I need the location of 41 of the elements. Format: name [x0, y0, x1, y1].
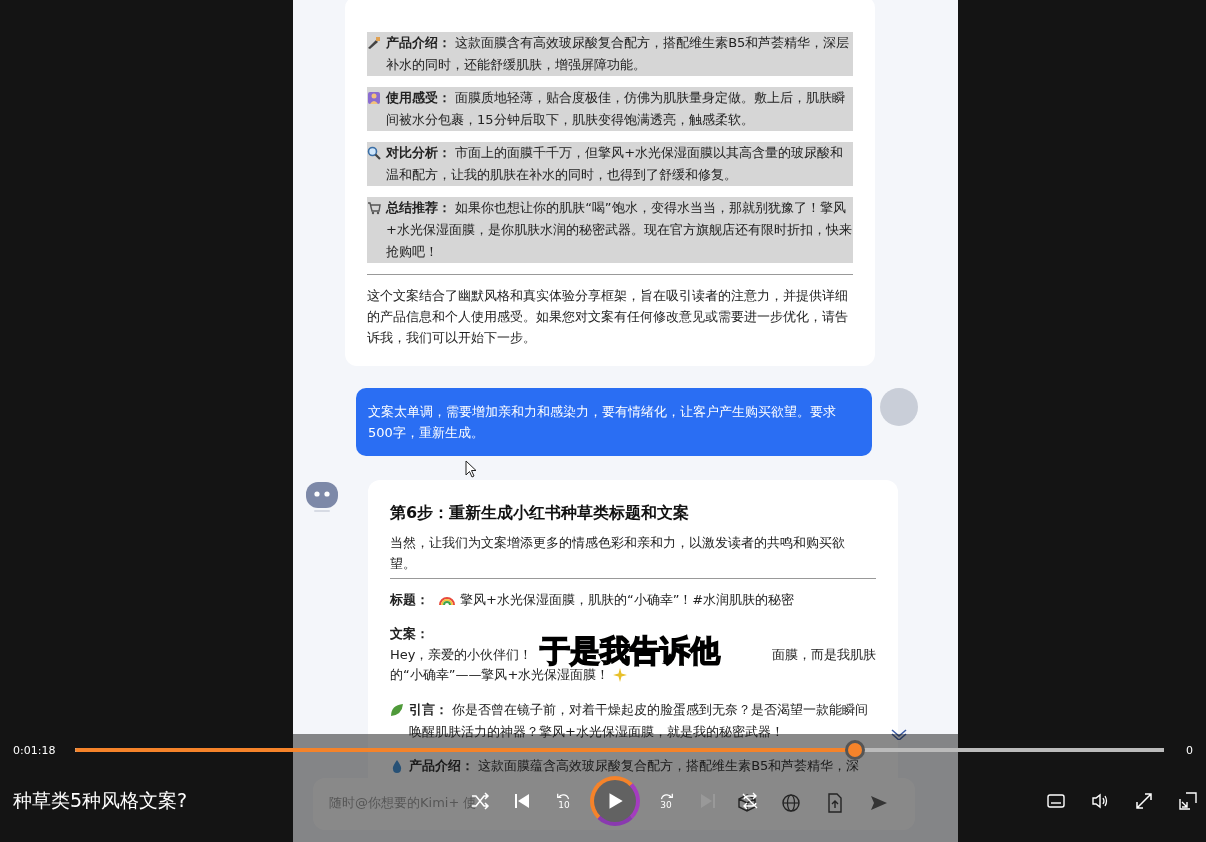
current-time: 0:01:18 — [12, 743, 57, 757]
title-label: 标题： — [390, 591, 429, 609]
total-time: 0 — [1185, 743, 1194, 757]
forward-button[interactable]: 30 — [656, 792, 676, 810]
copy-text: 面膜，而是我肌肤 — [772, 646, 876, 664]
post-title: 擎风+水光保湿面膜，肌肤的“小确幸”！#水润肌肤的秘密 — [460, 591, 795, 609]
volume-icon[interactable] — [1090, 791, 1110, 811]
fullscreen-icon[interactable] — [1134, 791, 1154, 811]
user-message: 文案太单调，需要增加亲和力和感染力，要有情绪化，让客户产生购买欲望。要求500字，重新生成。 — [356, 388, 872, 456]
cart-icon — [367, 201, 381, 215]
play-button[interactable] — [590, 776, 640, 826]
video-title: 种草类5种风格文案? — [13, 789, 188, 811]
water-drop-icon — [390, 759, 404, 773]
reply-paragraph: 引言： 你是否曾在镜子前，对着干燥起皮的脸蛋感到无奈？是否渴望一款能瞬间唤醒肌肤活力的神器？擎风+水光保湿面膜，就是我的秘密武器！ — [390, 699, 876, 743]
magnifier-icon — [367, 146, 381, 160]
rewind-button[interactable]: 10 — [554, 792, 574, 810]
copy-text: 的“小确幸”——擎风+水光保湿面膜！ — [390, 667, 610, 684]
picture-in-picture-icon[interactable] — [1178, 791, 1198, 811]
reply-intro: 当然，让我们为文案增添更多的情感色彩和亲和力，以激发读者的共鸣和购买欲望。 — [390, 534, 846, 573]
user-avatar — [880, 388, 918, 426]
reply-paragraph: 对比分析： 市面上的面膜千千万，但擎风+水光保湿面膜以其高含量的玻尿酸和温和配方，让我的肌肤在补水的同时，也得到了舒缓和修复。 — [367, 142, 853, 186]
send-icon[interactable] — [869, 793, 889, 813]
copy-label: 文案： — [390, 625, 430, 643]
summary-paragraph: 这个文案结合了幽默风格和真实体验分享框架，旨在吸引读者的注意力，并提供详细的产品信息和个人使用感受。如果您对文案有任何修改意见或需要进一步优化，请告诉我，我们可以开始下一步。 — [367, 287, 849, 347]
reply-paragraph: 产品介绍： 这款面膜含有高效玻尿酸复合配方，搭配维生素B5和芦荟精华，深层补水的同时，还能舒缓肌肤，增强屏障功能。 — [367, 32, 853, 76]
writing-hand-icon — [367, 36, 381, 50]
leaf-icon — [390, 703, 404, 717]
previous-icon[interactable] — [512, 791, 532, 811]
bot-avatar-icon — [306, 482, 338, 512]
person-icon — [367, 91, 381, 105]
file-upload-icon[interactable] — [825, 793, 845, 813]
mouse-cursor-icon — [465, 460, 477, 478]
copy-text: Hey，亲爱的小伙伴们！ — [390, 646, 533, 664]
progress-handle[interactable] — [844, 740, 865, 760]
subtitles-icon[interactable] — [1046, 791, 1066, 811]
reply-heading: 第6步：重新生成小红书种草类标题和文案 — [390, 502, 691, 524]
reply-paragraph: 总结推荐： 如果你也想让你的肌肤“喝”饱水，变得水当当，那就别犹豫了！擎风+水光保湿面膜，是你肌肤水润的秘密武器。现在官方旗舰店还有限时折扣，快来抢购吧！ — [367, 197, 853, 263]
sparkle-icon — [613, 668, 628, 682]
reply-paragraph: 使用感受： 面膜质地轻薄，贴合度极佳，仿佛为肌肤量身定做。敷上后，肌肤瞬间被水分包裹，15分钟后取下，肌肤变得饱满透亮，触感柔软。 — [367, 87, 853, 131]
globe-icon[interactable] — [781, 793, 801, 813]
chevron-down-icon[interactable] — [890, 728, 908, 740]
